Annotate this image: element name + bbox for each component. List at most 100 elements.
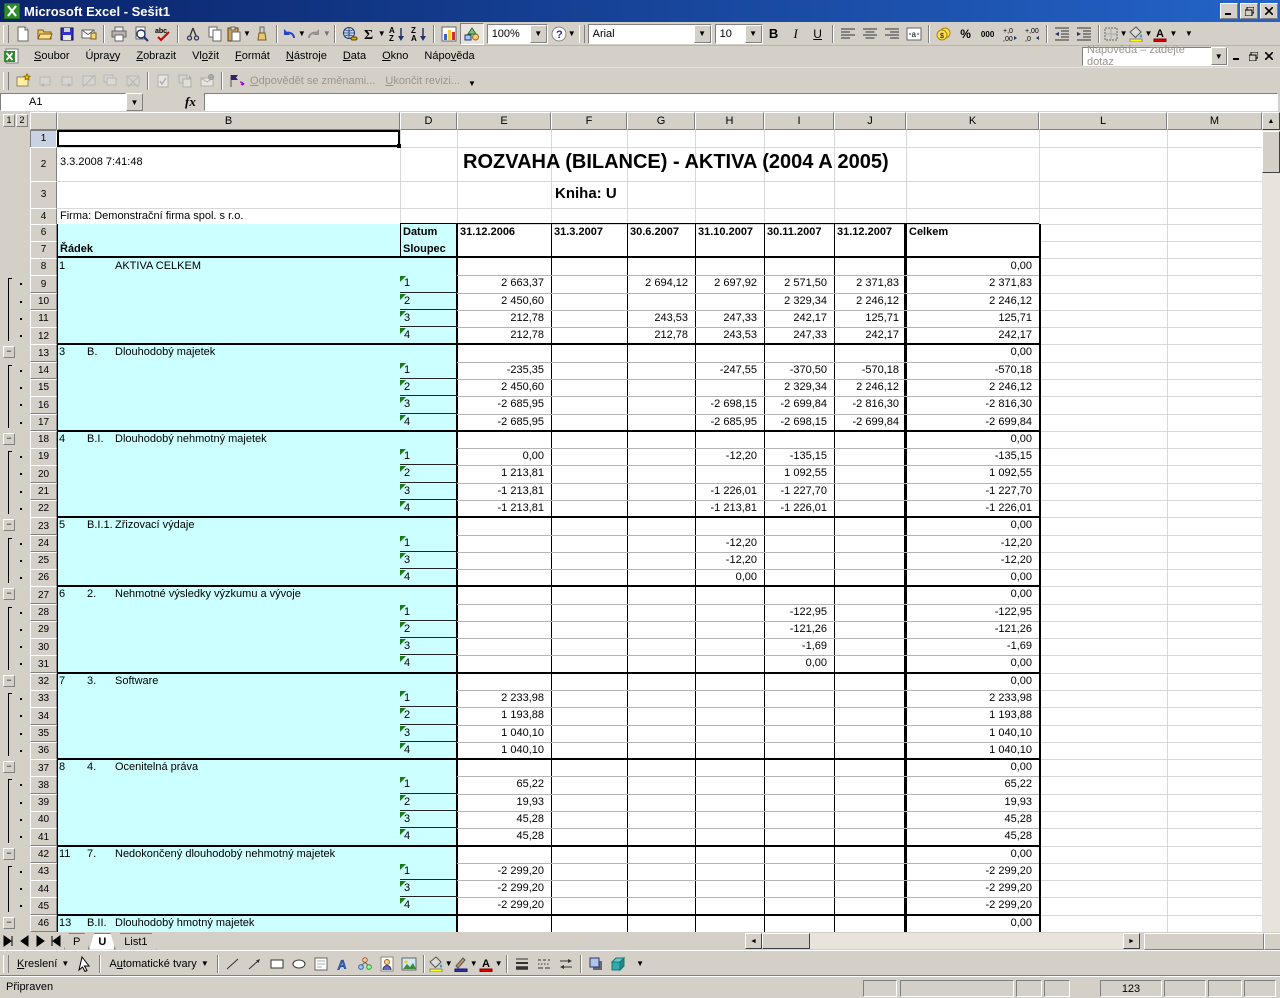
cell-K23[interactable]: 0,00 [908,519,1035,532]
first-sheet-button[interactable] [0,933,16,949]
row-header-11[interactable]: 11 [30,309,57,328]
cell-K13[interactable]: 0,00 [908,346,1035,359]
section-num[interactable]: 11 [59,848,87,862]
word-art-button[interactable]: A [332,954,354,974]
line-style-button[interactable] [511,954,533,974]
doc-minimize-button[interactable] [1230,49,1244,63]
insert-function-button[interactable]: fx [185,94,196,110]
dash-style-button[interactable] [533,954,555,974]
mail-button[interactable] [78,24,100,44]
cell-I20[interactable]: 1 092,55 [766,467,830,480]
cell-E15[interactable]: 2 450,60 [459,381,547,394]
line-button[interactable] [222,954,244,974]
restore-button[interactable] [1240,3,1258,19]
horizontal-scroll-thumb[interactable] [762,933,810,949]
outline-level-1-button[interactable]: 1 [3,114,15,127]
cell-E21[interactable]: -1 213,81 [459,485,547,498]
row-header-26[interactable]: 26 [30,569,57,587]
cell-K35[interactable]: 1 040,10 [908,727,1035,740]
increase-indent-button[interactable] [1073,24,1095,44]
cell-D21[interactable]: 3 [404,485,424,498]
section-name[interactable]: Dlouhodobý majetek [115,346,455,360]
cell-I12[interactable]: 247,33 [766,329,830,342]
cell-K19[interactable]: -135,15 [908,450,1035,463]
cell-E17[interactable]: -2 685,95 [459,416,547,429]
select-checkbox-button[interactable] [152,71,174,91]
cell-D43[interactable]: 1 [404,865,424,878]
cell-K12[interactable]: 242,17 [908,329,1035,342]
cell-E40[interactable]: 45,28 [459,813,547,826]
cell-E20[interactable]: 1 213,81 [459,467,547,480]
line-color-button[interactable]: ▼ [453,954,478,974]
cell-K25[interactable]: -12,20 [908,554,1035,567]
cell-I16[interactable]: -2 699,84 [766,398,830,411]
collapse-group-button[interactable]: − [3,346,15,359]
text-box-button[interactable] [310,954,332,974]
row-header-13[interactable]: 13 [30,344,57,363]
cell-D35[interactable]: 3 [404,727,424,740]
cell-K32[interactable]: 0,00 [908,675,1035,688]
collapse-group-button[interactable]: − [3,761,15,774]
doc-restore-button[interactable] [1246,49,1260,63]
name-box-dropdown[interactable]: ▼ [126,93,143,111]
row-header-8[interactable]: 8 [30,258,57,276]
cell-H17[interactable]: -2 685,95 [697,416,760,429]
cell-K37[interactable]: 0,00 [908,761,1035,774]
cell-D6[interactable]: Datum [403,226,455,241]
cell-E22[interactable]: -1 213,81 [459,502,547,515]
cell-H26[interactable]: 0,00 [697,571,760,584]
cell-E43[interactable]: -2 299,20 [459,865,547,878]
cell-E6[interactable]: 31.12.2006 [460,226,550,241]
selection-fill-handle[interactable] [397,144,401,148]
cell-K15[interactable]: 2 246,12 [908,381,1035,394]
cell-D33[interactable]: 1 [404,692,424,705]
horizontal-scrollbar[interactable]: ◄ ► [745,933,1140,949]
section-num[interactable]: 4 [59,433,87,447]
cell-K41[interactable]: 45,28 [908,830,1035,843]
section-name[interactable]: Dlouhodobý nehmotný majetek [115,433,455,447]
autoshapes-menu-button[interactable]: Au tomatické tvary ▼ [104,952,213,975]
cell-I15[interactable]: 2 329,34 [766,381,830,394]
cell-K24[interactable]: -12,20 [908,537,1035,550]
cell-D20[interactable]: 2 [404,467,424,480]
cell-I10[interactable]: 2 329,34 [766,295,830,308]
borders-button[interactable]: ▼ [1103,24,1128,44]
cell-K45[interactable]: -2 299,20 [908,899,1035,912]
select-arrow-button[interactable] [74,954,96,974]
ask-question-dropdown[interactable]: ▼ [1210,47,1227,65]
cell-K39[interactable]: 19,93 [908,796,1035,809]
cell-H9[interactable]: 2 697,92 [697,277,760,290]
cell-I17[interactable]: -2 698,15 [766,416,830,429]
merge-workbooks-button[interactable] [174,71,196,91]
cell-D19[interactable]: 1 [404,450,424,463]
align-center-button[interactable] [859,24,881,44]
tab-split-area[interactable] [1144,933,1264,950]
print-preview-button[interactable] [130,24,152,44]
row-header-37[interactable]: 37 [30,759,57,777]
cell-E45[interactable]: -2 299,20 [459,899,547,912]
column-header-K[interactable]: K [906,112,1039,130]
cell-K30[interactable]: -1,69 [908,640,1035,653]
sheet-tab-p[interactable]: P [64,933,89,950]
cell-I31[interactable]: 0,00 [766,657,830,670]
kresleni-menu-button[interactable]: Kreslení ▼ [12,952,74,975]
row-header-44[interactable]: 44 [30,880,57,898]
shadow-button[interactable] [585,954,607,974]
cell-K18[interactable]: 0,00 [908,433,1035,446]
end-review-button[interactable]: Ukončit revizi... [385,75,460,87]
cell-K16[interactable]: -2 816,30 [908,398,1035,411]
cell-J15[interactable]: 2 246,12 [836,381,902,394]
prev-comment-button[interactable] [34,71,56,91]
row-header-6[interactable]: 6 [30,224,57,242]
font-color-button[interactable]: A ▼ [1152,24,1177,44]
paste-button[interactable]: ▼ [226,24,251,44]
column-header-H[interactable]: H [695,112,764,130]
cell-J6[interactable]: 31.12.2007 [837,226,905,241]
menu-zobrazit[interactable]: Zobrazit [128,47,184,66]
cell-K22[interactable]: -1 226,01 [908,502,1035,515]
fill-color-button[interactable]: ▼ [1128,24,1152,44]
cell-D17[interactable]: 4 [404,416,424,429]
new-button[interactable] [12,24,34,44]
hyperlink-button[interactable] [339,24,361,44]
row-header-10[interactable]: 10 [30,292,57,311]
